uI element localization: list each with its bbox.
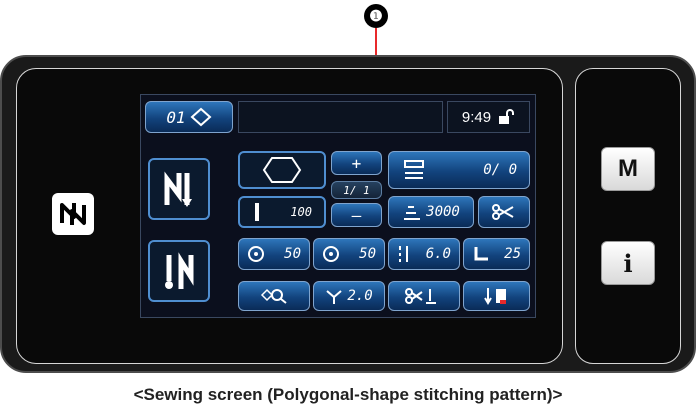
- message-area: [238, 101, 443, 133]
- presser-foot-button[interactable]: 25: [463, 238, 530, 270]
- thread-tension-right-button[interactable]: 50: [313, 238, 385, 270]
- stitch-pitch-button[interactable]: 6.0: [388, 238, 460, 270]
- stitch-pattern-b-icon: [165, 252, 194, 289]
- trim-setting-button[interactable]: [388, 281, 460, 311]
- information-button[interactable]: i: [601, 241, 655, 285]
- unlock-icon: [499, 109, 515, 124]
- stitch-pattern-a-icon: [164, 171, 192, 207]
- step-indicator: 1/ 1: [331, 181, 382, 199]
- stitch-width-value: 2.0: [347, 288, 373, 304]
- bobbin-counter-button[interactable]: 0/ 0: [388, 151, 530, 189]
- sewing-speed-button[interactable]: 3000: [388, 196, 474, 228]
- thread-tension-left-value: 50: [284, 246, 301, 262]
- needle-position-button[interactable]: [463, 281, 530, 311]
- scissors-needle-icon: [405, 288, 436, 304]
- plus-button[interactable]: +: [331, 151, 382, 175]
- pattern-number: 01: [166, 107, 186, 127]
- sewing-mode-a-button[interactable]: [148, 158, 210, 220]
- thread-trimmer-button[interactable]: [478, 196, 530, 228]
- thread-tension-left-button[interactable]: 50: [238, 238, 310, 270]
- scissors-icon: [492, 204, 514, 220]
- hexagon-icon: [262, 157, 302, 183]
- pitch-icon: [399, 246, 408, 262]
- sewing-mode-b-button[interactable]: [148, 240, 210, 302]
- needle-down-icon: [483, 288, 506, 305]
- stitch-width-icon: [326, 290, 342, 304]
- stitch-count-value: 100: [290, 205, 312, 219]
- clock-text: 9:49: [461, 108, 492, 126]
- stitch-width-button[interactable]: 2.0: [313, 281, 385, 311]
- stitch-pitch-value: 6.0: [425, 246, 451, 262]
- status-bar: 9:49: [447, 101, 530, 133]
- tension-dial-right-icon: [323, 246, 339, 262]
- counter-value: 0/ 0: [483, 162, 517, 178]
- needle-icon: [255, 203, 259, 221]
- pattern-number-button[interactable]: 01: [145, 101, 233, 133]
- stitch-count-button[interactable]: 100: [238, 196, 326, 228]
- speed-icon: [404, 206, 421, 220]
- presser-foot-icon: [474, 247, 488, 261]
- bobbin-counter-icon: [404, 160, 424, 179]
- polygon-shape-button[interactable]: [238, 151, 326, 189]
- pattern-search-button[interactable]: [238, 281, 310, 311]
- nfc-icon: [52, 193, 94, 235]
- presser-foot-value: 25: [504, 246, 521, 262]
- minus-button[interactable]: –: [331, 203, 382, 227]
- thread-tension-right-value: 50: [359, 246, 376, 262]
- speed-value: 3000: [426, 204, 460, 220]
- tension-dial-left-icon: [248, 246, 264, 262]
- search-icon: [260, 288, 287, 304]
- figure-caption: <Sewing screen (Polygonal-shape stitchin…: [133, 385, 563, 404]
- diamond-arrow-icon: [190, 107, 212, 127]
- mode-button[interactable]: M: [601, 147, 655, 191]
- side-panel: [575, 68, 681, 364]
